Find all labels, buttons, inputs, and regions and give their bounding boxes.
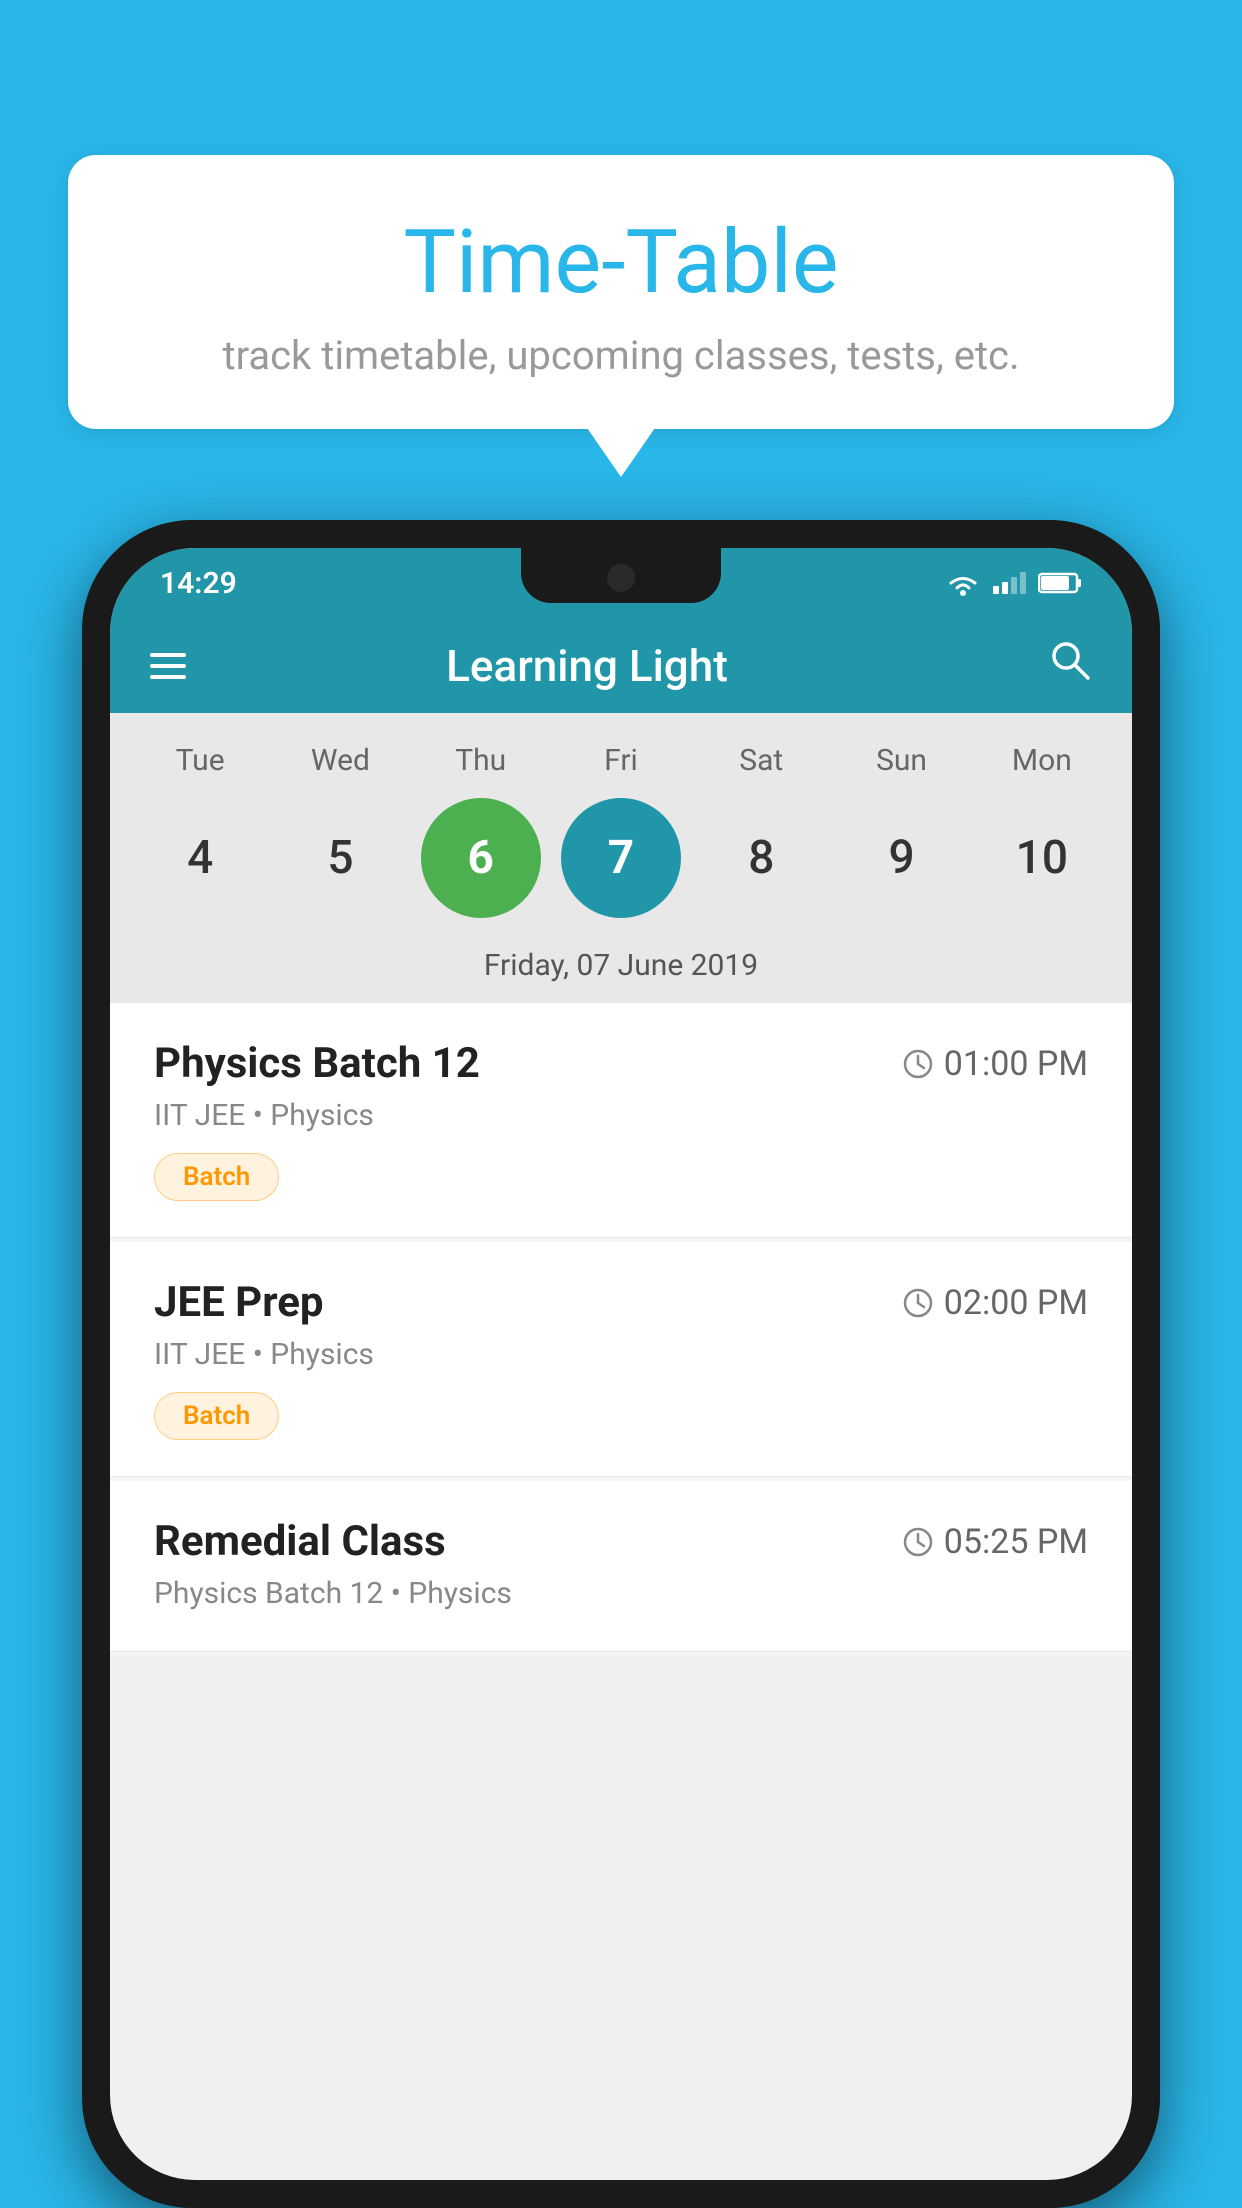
- schedule-item-title-3: Remedial Class: [154, 1517, 446, 1566]
- hamburger-menu-button[interactable]: [150, 653, 186, 679]
- selected-date-label: Friday, 07 June 2019: [110, 938, 1132, 1003]
- hamburger-line-2: [150, 664, 186, 668]
- day-label-sat: Sat: [701, 743, 821, 778]
- schedule-item-remedial-class[interactable]: Remedial Class 05:25 PM Physics Batch 12…: [110, 1481, 1132, 1652]
- day-label-tue: Tue: [140, 743, 260, 778]
- day-label-fri: Fri: [561, 743, 681, 778]
- day-label-thu: Thu: [421, 743, 541, 778]
- date-9[interactable]: 9: [842, 798, 962, 918]
- schedule-item-header-3: Remedial Class 05:25 PM: [154, 1517, 1088, 1566]
- day-label-wed: Wed: [280, 743, 400, 778]
- status-icons: [945, 569, 1082, 597]
- clock-icon-1: [902, 1048, 934, 1080]
- schedule-item-title-1: Physics Batch 12: [154, 1039, 480, 1088]
- dates-row: 4 5 6 7 8 9 10: [110, 788, 1132, 938]
- signal-icon: [993, 572, 1026, 594]
- phone-outer: 14:29: [82, 520, 1160, 2208]
- search-button[interactable]: [1048, 638, 1092, 693]
- calendar-section: Tue Wed Thu Fri Sat Sun Mon 4 5 6 7 8 9 …: [110, 713, 1132, 1003]
- day-label-sun: Sun: [842, 743, 962, 778]
- tooltip-card: Time-Table track timetable, upcoming cla…: [68, 155, 1174, 429]
- wifi-icon: [945, 569, 981, 597]
- batch-tag-2: Batch: [154, 1392, 279, 1440]
- days-row: Tue Wed Thu Fri Sat Sun Mon: [110, 733, 1132, 788]
- schedule-item-subtitle-1: IIT JEE • Physics: [154, 1098, 1088, 1133]
- schedule-item-time-1: 01:00 PM: [902, 1044, 1088, 1084]
- day-label-mon: Mon: [982, 743, 1102, 778]
- schedule-item-time-2: 02:00 PM: [902, 1283, 1088, 1323]
- date-10[interactable]: 10: [982, 798, 1102, 918]
- phone-screen: 14:29: [110, 548, 1132, 2180]
- battery-icon: [1038, 571, 1082, 595]
- schedule-list: Physics Batch 12 01:00 PM IIT JEE • Phys…: [110, 1003, 1132, 1656]
- schedule-item-header-1: Physics Batch 12 01:00 PM: [154, 1039, 1088, 1088]
- date-4[interactable]: 4: [140, 798, 260, 918]
- schedule-item-subtitle-2: IIT JEE • Physics: [154, 1337, 1088, 1372]
- date-6-today[interactable]: 6: [421, 798, 541, 918]
- tooltip-subtitle: track timetable, upcoming classes, tests…: [128, 332, 1114, 379]
- schedule-item-subtitle-3: Physics Batch 12 • Physics: [154, 1576, 1088, 1611]
- tooltip-title: Time-Table: [128, 215, 1114, 312]
- status-time: 14:29: [160, 566, 237, 601]
- phone-camera: [607, 564, 635, 592]
- schedule-item-title-2: JEE Prep: [154, 1278, 324, 1327]
- app-header-title: Learning Light: [216, 640, 958, 692]
- date-5[interactable]: 5: [280, 798, 400, 918]
- schedule-item-physics-batch-12[interactable]: Physics Batch 12 01:00 PM IIT JEE • Phys…: [110, 1003, 1132, 1238]
- hamburger-line-3: [150, 675, 186, 679]
- batch-tag-1: Batch: [154, 1153, 279, 1201]
- date-7-selected[interactable]: 7: [561, 798, 681, 918]
- hamburger-line-1: [150, 653, 186, 657]
- phone-notch: [521, 548, 721, 603]
- schedule-item-time-3: 05:25 PM: [902, 1522, 1088, 1562]
- schedule-item-jee-prep[interactable]: JEE Prep 02:00 PM IIT JEE • Physics Batc…: [110, 1242, 1132, 1477]
- app-header: Learning Light: [110, 618, 1132, 713]
- schedule-item-header-2: JEE Prep 02:00 PM: [154, 1278, 1088, 1327]
- date-8[interactable]: 8: [701, 798, 821, 918]
- clock-icon-3: [902, 1526, 934, 1558]
- phone-frame: 14:29: [82, 520, 1160, 2208]
- clock-icon-2: [902, 1287, 934, 1319]
